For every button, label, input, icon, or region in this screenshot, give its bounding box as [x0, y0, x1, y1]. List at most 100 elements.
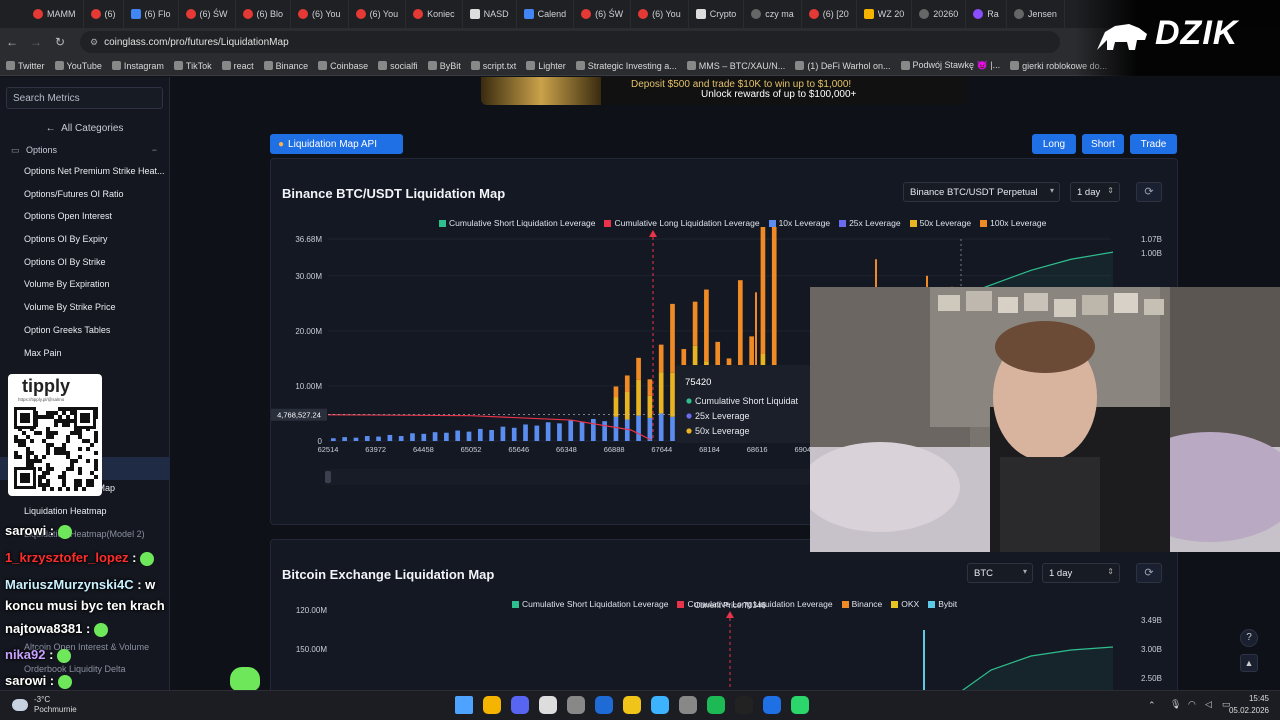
chart-bar[interactable]	[602, 421, 607, 441]
site-info-icon[interactable]: ⚙	[90, 37, 98, 48]
trade-button[interactable]: Trade	[1130, 134, 1177, 154]
pair-select[interactable]: Binance BTC/USDT Perpetual ▾	[903, 182, 1060, 202]
chart-bar[interactable]	[658, 344, 664, 373]
browser-tab[interactable]: (6) Blo	[236, 0, 292, 28]
back-icon[interactable]: ←	[0, 35, 24, 49]
refresh-icon[interactable]: ⟳	[1136, 182, 1162, 202]
bookmark-item[interactable]: script.txt	[470, 61, 516, 71]
browser-tab[interactable]: (6)	[84, 0, 124, 28]
liquidation-map-api-button[interactable]: ● Liquidation Map API	[270, 134, 403, 154]
chart-bar[interactable]	[760, 227, 766, 354]
support-icon[interactable]: ?	[1240, 629, 1258, 647]
chart-bar[interactable]	[670, 372, 675, 417]
chart-bar[interactable]	[466, 431, 472, 441]
forward-icon[interactable]: →	[24, 35, 48, 49]
chart-bar[interactable]	[692, 301, 698, 346]
chart-bar[interactable]	[568, 420, 574, 441]
chart-bar[interactable]	[557, 423, 562, 441]
browser-tab[interactable]: Ra	[966, 0, 1007, 28]
bookmark-item[interactable]: Coinbase	[318, 61, 368, 71]
browser-tab[interactable]: czy ma	[744, 0, 802, 28]
chart-bar[interactable]	[353, 437, 359, 441]
chart-bar[interactable]	[624, 375, 630, 392]
chart-bar[interactable]	[670, 303, 675, 373]
chart-bar[interactable]	[545, 422, 551, 441]
chart-bar[interactable]	[376, 436, 381, 441]
chart-bar[interactable]	[364, 436, 370, 441]
bookmark-item[interactable]: (1) DeFi Warhol on...	[795, 61, 891, 71]
sidebar-item[interactable]: Options/Futures OI Ratio	[0, 183, 169, 206]
browser-tab[interactable]: 20260	[912, 0, 967, 28]
sidebar-item[interactable]: Max Pain	[0, 342, 169, 365]
sidebar-item[interactable]: Options Open Interest	[0, 205, 169, 228]
bookmark-item[interactable]: Lighter	[526, 61, 566, 71]
clock-time[interactable]: 15:45	[1215, 694, 1269, 703]
chart-bar[interactable]	[624, 391, 630, 420]
all-categories-link[interactable]: ← All Categories	[0, 123, 169, 134]
explorer-icon[interactable]	[623, 696, 641, 714]
chart-bar[interactable]	[624, 419, 630, 441]
chart-bar[interactable]	[500, 426, 506, 441]
promo-banner[interactable]: Deposit $500 and trade $10K to win up to…	[481, 77, 967, 105]
browser-tab[interactable]: Crypto	[689, 0, 745, 28]
chart-bar[interactable]	[658, 372, 664, 414]
bookmark-item[interactable]: Twitter	[6, 61, 45, 71]
chart-bar[interactable]	[579, 421, 585, 441]
browser-tab[interactable]: (6) You	[631, 0, 689, 28]
bookmark-item[interactable]: Binance	[263, 61, 308, 71]
chart-bar[interactable]	[511, 427, 517, 441]
scroll-top-icon[interactable]: ▲	[1240, 654, 1258, 672]
chart-bar[interactable]	[421, 433, 427, 441]
chart-bar[interactable]	[658, 413, 664, 441]
bookmark-item[interactable]: Strategic Investing a...	[575, 61, 677, 71]
chart-bar[interactable]	[432, 432, 438, 441]
browser-tab[interactable]: WZ 20	[857, 0, 913, 28]
steam-icon[interactable]	[595, 696, 613, 714]
tool-icon[interactable]	[679, 696, 697, 714]
chrome-icon[interactable]	[483, 696, 501, 714]
browser-tab[interactable]: (6) Flo	[124, 0, 179, 28]
period-select-2[interactable]: 1 day ⇕	[1042, 563, 1120, 583]
chart2-plot[interactable]: 150.00M 120.00M 3.49B 3.00B 2.50B Current Pri…	[271, 601, 1179, 690]
chart-bar[interactable]	[342, 437, 347, 441]
bookmark-item[interactable]: ByBit	[427, 61, 461, 71]
clock-date[interactable]: 05.02.2026	[1215, 706, 1269, 715]
sidebar-item[interactable]: Option Greeks Tables	[0, 319, 169, 342]
chart-bar[interactable]	[923, 630, 925, 690]
chart-bar[interactable]	[647, 379, 653, 396]
chart-bar[interactable]	[636, 357, 641, 380]
coin-select[interactable]: BTC ▾	[967, 563, 1033, 583]
browser-tab[interactable]: MAMM	[26, 0, 84, 28]
chart-bar[interactable]	[523, 424, 528, 441]
chart-bar[interactable]	[387, 434, 393, 441]
browser-tab[interactable]: (6) ŚW	[179, 0, 236, 28]
refresh-icon[interactable]: ⟳	[1136, 563, 1162, 583]
chart-bar[interactable]	[455, 430, 461, 441]
sidebar-item[interactable]: Options Net Premium Strike Heat...	[0, 160, 169, 183]
bookmark-item[interactable]: Podwój Stawkę 😈 |...	[900, 60, 1000, 71]
short-button[interactable]: Short	[1082, 134, 1124, 154]
chart-bar[interactable]	[477, 428, 483, 441]
chart-bar[interactable]	[613, 397, 619, 417]
edge-icon[interactable]	[651, 696, 669, 714]
options-section-header[interactable]: ▭ Options −	[0, 140, 169, 160]
reload-icon[interactable]: ↻	[48, 35, 72, 49]
app-icon[interactable]	[539, 696, 557, 714]
chart-bar[interactable]	[444, 432, 449, 441]
chart-bar[interactable]	[670, 416, 675, 441]
browser-tab[interactable]: (6) ŚW	[574, 0, 632, 28]
start-icon[interactable]	[455, 696, 473, 714]
sidebar-item[interactable]: Options OI By Expiry	[0, 228, 169, 251]
period-select[interactable]: 1 day ⇕	[1070, 182, 1120, 202]
chart-bar[interactable]	[398, 436, 404, 441]
chart-bar[interactable]	[771, 227, 777, 375]
search-input[interactable]: Search Metrics	[6, 87, 163, 109]
app3-icon[interactable]	[763, 696, 781, 714]
browser-tab[interactable]: Koniec	[406, 0, 463, 28]
bookmark-item[interactable]: TikTok	[173, 61, 212, 71]
sidebar-item[interactable]: Volume By Expiration	[0, 273, 169, 296]
discord-icon[interactable]	[511, 696, 529, 714]
long-button[interactable]: Long	[1032, 134, 1076, 154]
bookmark-item[interactable]: socialfi	[378, 61, 418, 71]
chart-bar[interactable]	[331, 438, 336, 441]
